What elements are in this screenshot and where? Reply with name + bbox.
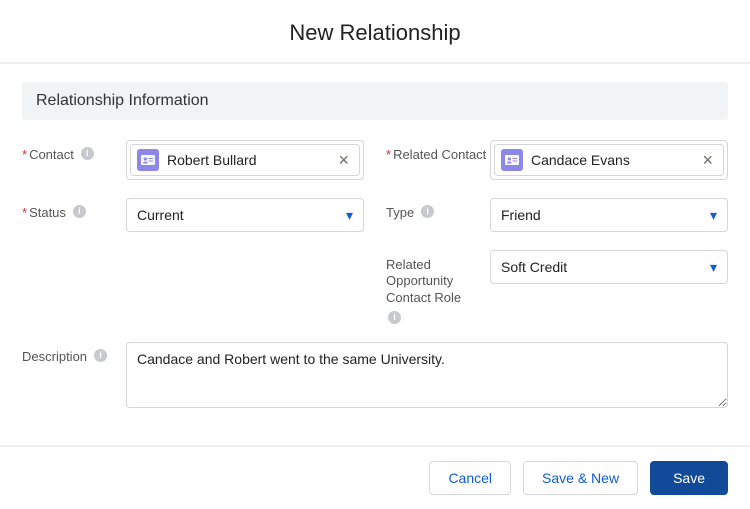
- clear-icon[interactable]: ×: [334, 151, 353, 169]
- clear-icon[interactable]: ×: [698, 151, 717, 169]
- status-select[interactable]: Current ▾: [126, 198, 364, 232]
- rel-opp-role-value: Soft Credit: [501, 259, 567, 275]
- description-textarea[interactable]: [126, 342, 728, 408]
- label-rel-opp-role-text: Related Opportunity Contact Role: [386, 257, 490, 306]
- contact-pill-name: Robert Bullard: [167, 152, 326, 168]
- info-icon[interactable]: i: [73, 205, 86, 218]
- chevron-down-icon: ▾: [346, 207, 353, 224]
- modal-footer: Cancel Save & New Save: [0, 445, 750, 509]
- label-related-contact-text: Related Contact: [393, 147, 486, 162]
- label-contact: *Contact i: [22, 140, 126, 163]
- chevron-down-icon: ▾: [710, 259, 717, 276]
- type-select[interactable]: Friend ▾: [490, 198, 728, 232]
- contact-lookup[interactable]: Robert Bullard ×: [126, 140, 364, 180]
- row-status-type: *Status i Current ▾ Type i Friend ▾: [22, 198, 728, 232]
- status-value: Current: [137, 207, 184, 223]
- label-related-contact: *Related Contact: [386, 140, 490, 163]
- info-icon[interactable]: i: [388, 311, 401, 324]
- label-description: Description i: [22, 342, 126, 365]
- label-description-text: Description: [22, 349, 87, 365]
- save-button[interactable]: Save: [650, 461, 728, 495]
- modal-header: New Relationship: [0, 0, 750, 64]
- info-icon[interactable]: i: [81, 147, 94, 160]
- label-status: *Status i: [22, 198, 126, 221]
- modal-body: Relationship Information *Contact i Robe…: [0, 64, 750, 441]
- label-status-text: Status: [29, 205, 66, 220]
- type-value: Friend: [501, 207, 541, 223]
- rel-opp-role-select[interactable]: Soft Credit ▾: [490, 250, 728, 284]
- info-icon[interactable]: i: [94, 349, 107, 362]
- row-contact: *Contact i Robert Bullard × *Related Con…: [22, 140, 728, 180]
- contact-card-icon: [137, 149, 159, 171]
- chevron-down-icon: ▾: [710, 207, 717, 224]
- label-type: Type i: [386, 198, 490, 221]
- related-contact-lookup[interactable]: Candace Evans ×: [490, 140, 728, 180]
- label-rel-opp-role: Related Opportunity Contact Role i: [386, 250, 490, 324]
- label-contact-text: Contact: [29, 147, 74, 162]
- modal-title: New Relationship: [0, 20, 750, 46]
- row-rel-opp-role: Related Opportunity Contact Role i Soft …: [22, 250, 728, 324]
- related-contact-pill-name: Candace Evans: [531, 152, 690, 168]
- info-icon[interactable]: i: [421, 205, 434, 218]
- section-heading: Relationship Information: [22, 82, 728, 120]
- cancel-button[interactable]: Cancel: [429, 461, 511, 495]
- contact-card-icon: [501, 149, 523, 171]
- row-description: Description i: [22, 342, 728, 413]
- save-and-new-button[interactable]: Save & New: [523, 461, 638, 495]
- label-type-text: Type: [386, 205, 414, 221]
